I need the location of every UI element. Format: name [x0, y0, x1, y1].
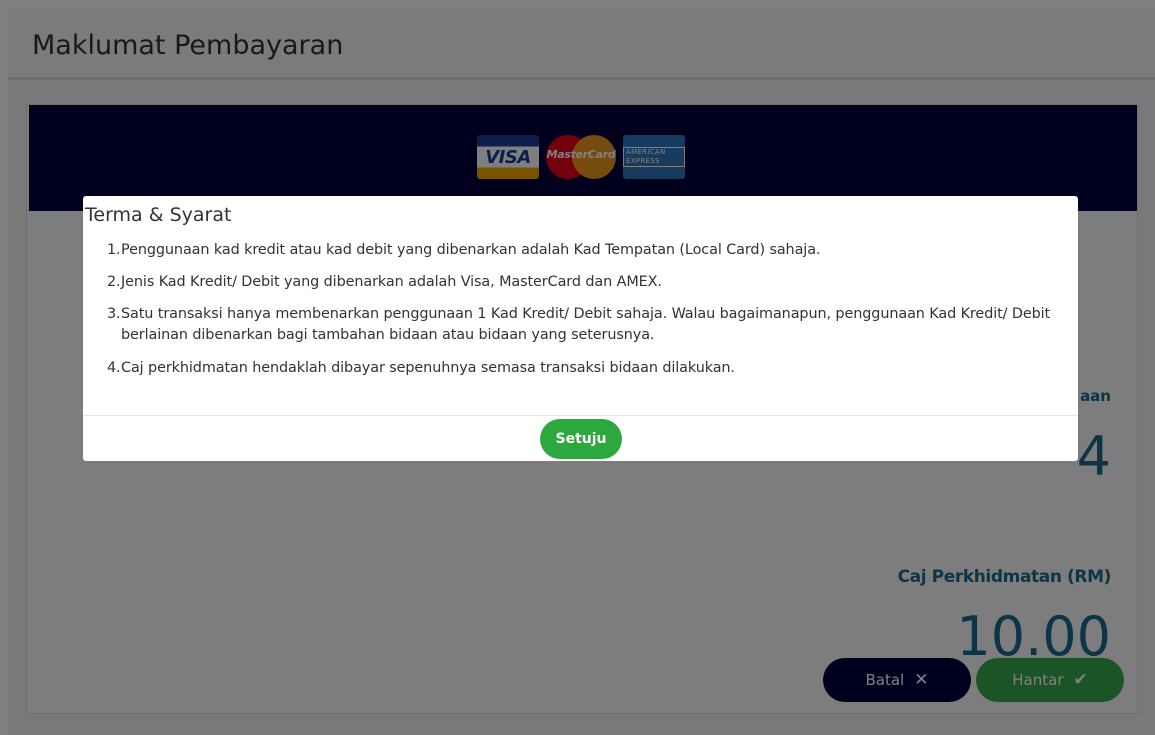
- terms-item-text: Caj perkhidmatan hendaklah dibayar sepen…: [121, 360, 735, 376]
- agree-button[interactable]: Setuju: [540, 419, 622, 459]
- terms-item-number: 3.: [107, 306, 121, 322]
- terms-item-number: 2.: [107, 274, 121, 290]
- terms-item: 3. Satu transaksi hanya membenarkan peng…: [107, 304, 1067, 346]
- terms-item-number: 1.: [107, 242, 121, 258]
- terms-item-text: Satu transaksi hanya membenarkan penggun…: [121, 306, 1051, 343]
- terms-list: 1. Penggunaan kad kredit atau kad debit …: [107, 240, 1067, 390]
- terms-item: 1. Penggunaan kad kredit atau kad debit …: [107, 240, 1067, 260]
- terms-item-text: Jenis Kad Kredit/ Debit yang dibenarkan …: [121, 274, 662, 290]
- terms-item: 2. Jenis Kad Kredit/ Debit yang dibenark…: [107, 272, 1067, 292]
- terms-item: 4. Caj perkhidmatan hendaklah dibayar se…: [107, 358, 1067, 378]
- terms-modal: Terma & Syarat 1. Penggunaan kad kredit …: [83, 196, 1078, 461]
- modal-footer: Setuju: [83, 415, 1078, 461]
- terms-item-text: Penggunaan kad kredit atau kad debit yan…: [121, 242, 821, 258]
- terms-item-number: 4.: [107, 360, 121, 376]
- modal-title: Terma & Syarat: [85, 204, 232, 226]
